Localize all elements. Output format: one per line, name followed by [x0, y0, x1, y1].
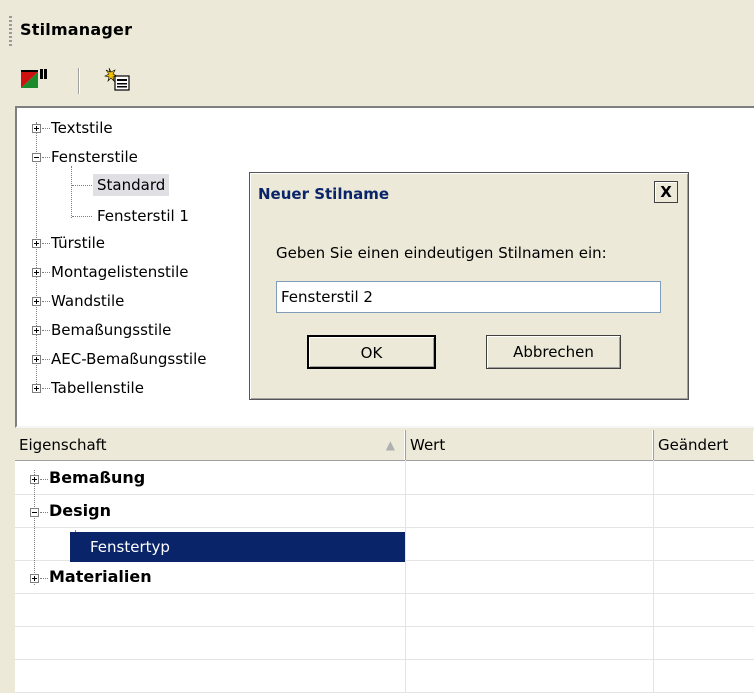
- tree-item-tabellenstile[interactable]: Tabellenstile: [51, 377, 144, 399]
- dialog-prompt: Geben Sie einen eindeutigen Stilnamen ei…: [276, 244, 607, 262]
- tree-item-wandstile[interactable]: Wandstile: [51, 290, 124, 312]
- tree-trunk-line: [36, 122, 38, 390]
- collapse-icon[interactable]: [30, 508, 39, 517]
- expand-icon[interactable]: [32, 124, 41, 133]
- expand-icon[interactable]: [32, 384, 41, 393]
- panel-title: Stilmanager: [20, 20, 133, 39]
- new-style-icon[interactable]: [104, 66, 134, 94]
- expand-icon[interactable]: [30, 574, 39, 583]
- dialog-title: Neuer Stilname: [258, 185, 390, 203]
- tree-item-aec-bemassungsstile[interactable]: AEC-Bemaßungsstile: [51, 348, 206, 370]
- tree-item-fensterstil-1[interactable]: Fensterstil 1: [97, 205, 189, 227]
- toolbar: [0, 58, 754, 106]
- tree-connector: [40, 512, 48, 514]
- filter-icon[interactable]: [18, 66, 48, 94]
- category-materialien[interactable]: Materialien: [49, 561, 152, 593]
- table-row: [15, 594, 754, 627]
- tree-item-montagelistenstile[interactable]: Montagelistenstile: [51, 261, 188, 283]
- ok-button[interactable]: OK: [307, 335, 436, 369]
- tree-connector: [42, 359, 50, 361]
- grid-tree-line: [34, 470, 36, 585]
- table-row: [15, 627, 754, 660]
- tree-item-fensterstile[interactable]: Fensterstile: [51, 146, 138, 168]
- tree-item-bemassungsstile[interactable]: Bemaßungsstile: [51, 319, 171, 341]
- property-grid[interactable]: Eigenschaft ▲ Wert Geändert Bemaßung Des…: [15, 430, 754, 693]
- style-name-input[interactable]: [276, 281, 661, 313]
- column-label: Geändert: [658, 436, 729, 454]
- tree-connector: [42, 243, 50, 245]
- tree-connector: [40, 578, 48, 580]
- tree-item-tuerstile[interactable]: Türstile: [51, 232, 105, 254]
- tree-connector: [42, 388, 50, 390]
- expand-icon[interactable]: [32, 268, 41, 277]
- tree-connector: [42, 272, 50, 274]
- new-style-name-dialog: Neuer Stilname X Geben Sie einen eindeut…: [249, 172, 689, 400]
- tree-connector: [42, 128, 50, 130]
- expand-icon[interactable]: [32, 355, 41, 364]
- panel-titlebar: Stilmanager: [0, 0, 754, 58]
- expand-icon[interactable]: [32, 297, 41, 306]
- sort-arrow-icon: ▲: [385, 438, 395, 452]
- grid-header: Eigenschaft ▲ Wert Geändert: [15, 430, 754, 461]
- category-bemassung[interactable]: Bemaßung: [49, 462, 145, 494]
- column-label: Wert: [410, 436, 446, 454]
- tree-item-textstile[interactable]: Textstile: [51, 117, 113, 139]
- column-header-wert[interactable]: Wert: [406, 430, 654, 460]
- table-row: [15, 660, 754, 693]
- expand-icon[interactable]: [32, 326, 41, 335]
- tree-connector: [42, 157, 50, 159]
- tree-branch-line: [71, 166, 73, 218]
- tree-connector: [42, 330, 50, 332]
- tree-connector: [72, 216, 92, 218]
- property-fenstertyp[interactable]: Fenstertyp: [70, 532, 405, 562]
- toolbar-separator: [78, 68, 80, 94]
- close-icon[interactable]: X: [654, 181, 678, 203]
- tree-connector: [72, 185, 92, 187]
- expand-icon[interactable]: [32, 239, 41, 248]
- title-grip[interactable]: [9, 16, 12, 46]
- tree-connector: [40, 479, 48, 481]
- expand-icon[interactable]: [30, 475, 39, 484]
- table-row[interactable]: [15, 495, 754, 528]
- collapse-icon[interactable]: [32, 153, 41, 162]
- column-header-geaendert[interactable]: Geändert: [654, 430, 754, 460]
- column-label: Eigenschaft: [19, 436, 107, 454]
- style-manager-panel: Stilmanager Textstile Fensterstile Stand…: [0, 0, 754, 693]
- tree-connector: [42, 301, 50, 303]
- category-design[interactable]: Design: [49, 495, 111, 527]
- cancel-button[interactable]: Abbrechen: [486, 335, 621, 369]
- tree-item-standard[interactable]: Standard: [93, 174, 170, 196]
- column-header-eigenschaft[interactable]: Eigenschaft ▲: [15, 430, 406, 460]
